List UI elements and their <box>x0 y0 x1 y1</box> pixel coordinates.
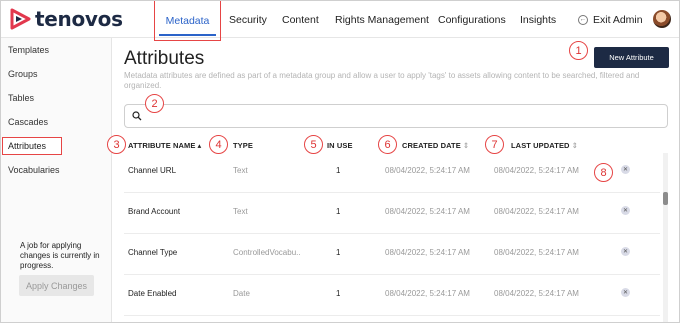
in-use-cell: 1 <box>336 207 341 216</box>
callout-marker: 8 <box>594 163 613 182</box>
sidebar-item-tables[interactable]: Tables <box>8 93 34 103</box>
exit-admin-link[interactable]: ← Exit Admin <box>578 1 643 38</box>
apply-changes-button[interactable]: Apply Changes <box>19 275 94 296</box>
metadata-sidebar: Templates Groups Tables Cascades Attribu… <box>1 38 112 322</box>
attributes-table: Channel URL Text 1 08/04/2022, 5:24:17 A… <box>124 153 669 322</box>
callout-marker: 3 <box>107 135 126 154</box>
sidebar-item-templates[interactable]: Templates <box>8 45 49 55</box>
sort-ascending-icon: ▴ <box>197 141 202 150</box>
sidebar-item-attributes[interactable]: Attributes <box>2 137 62 155</box>
callout-marker: 6 <box>378 135 397 154</box>
column-header-attribute-name-label: ATTRIBUTE NAME <box>128 141 196 150</box>
tenovos-logo[interactable]: tenovos <box>9 7 123 31</box>
page-title: Attributes <box>124 48 205 69</box>
in-use-cell: 1 <box>336 166 341 175</box>
table-scrollbar-thumb[interactable] <box>663 192 668 205</box>
type-cell: Text <box>233 166 248 175</box>
column-header-last-updated[interactable]: LAST UPDATED ⇕ <box>511 141 578 150</box>
sidebar-item-groups[interactable]: Groups <box>8 69 38 79</box>
sidebar-item-cascades[interactable]: Cascades <box>8 117 48 127</box>
search-input[interactable] <box>124 104 668 128</box>
nav-tab-insights[interactable]: Insights <box>520 1 556 38</box>
created-date-cell: 08/04/2022, 5:24:17 AM <box>385 289 470 298</box>
last-updated-cell: 08/04/2022, 5:24:17 AM <box>494 207 579 216</box>
top-navigation-bar: tenovos Metadata Security Content Rights… <box>1 1 679 41</box>
in-use-cell: 1 <box>336 248 341 257</box>
nav-tab-rights-management[interactable]: Rights Management <box>335 1 429 38</box>
column-header-attribute-name[interactable]: ATTRIBUTE NAME ▴ <box>128 141 201 150</box>
attribute-name-cell: Brand Account <box>128 207 181 216</box>
last-updated-cell: 08/04/2022, 5:24:17 AM <box>494 248 579 257</box>
close-circle-icon[interactable]: ✕ <box>621 288 630 297</box>
table-scrollbar-track[interactable] <box>663 153 668 322</box>
user-avatar[interactable] <box>653 10 671 28</box>
type-cell: Text <box>233 207 248 216</box>
search-icon <box>132 111 142 121</box>
created-date-cell: 08/04/2022, 5:24:17 AM <box>385 207 470 216</box>
column-header-in-use[interactable]: IN USE <box>327 141 353 150</box>
last-updated-cell: 08/04/2022, 5:24:17 AM <box>494 166 579 175</box>
table-row[interactable]: Brand Account Text 1 08/04/2022, 5:24:17… <box>124 194 660 234</box>
active-tab-indicator <box>159 34 216 36</box>
created-date-cell: 08/04/2022, 5:24:17 AM <box>385 166 470 175</box>
attribute-name-cell: Date Enabled <box>128 289 177 298</box>
in-use-cell: 1 <box>336 289 341 298</box>
callout-marker: 4 <box>209 135 228 154</box>
close-circle-icon[interactable]: ✕ <box>621 165 630 174</box>
close-circle-icon[interactable]: ✕ <box>621 206 630 215</box>
attribute-name-cell: Channel URL <box>128 166 177 175</box>
job-in-progress-note: A job for applying changes is currently … <box>20 241 100 270</box>
callout-marker: 1 <box>569 41 588 60</box>
new-attribute-button[interactable]: New Attribute <box>594 47 669 68</box>
sort-arrows-icon: ⇕ <box>462 141 470 150</box>
column-header-created-date[interactable]: CREATED DATE ⇕ <box>402 141 469 150</box>
brand-name: tenovos <box>35 7 123 31</box>
app-window: tenovos Metadata Security Content Rights… <box>0 0 680 323</box>
page-description: Metadata attributes are defined as part … <box>124 71 640 90</box>
table-row[interactable]: Channel URL Text 1 08/04/2022, 5:24:17 A… <box>124 153 660 193</box>
type-cell: Date <box>233 289 250 298</box>
created-date-cell: 08/04/2022, 5:24:17 AM <box>385 248 470 257</box>
callout-marker: 2 <box>145 94 164 113</box>
callout-marker: 5 <box>304 135 323 154</box>
column-header-type[interactable]: TYPE <box>233 141 253 150</box>
nav-tab-content[interactable]: Content <box>282 1 319 38</box>
sidebar-item-attributes-label: Attributes <box>8 141 47 151</box>
exit-arrow-icon: ← <box>578 14 588 25</box>
sidebar-item-vocabularies[interactable]: Vocabularies <box>8 165 60 175</box>
play-logo-icon <box>10 8 31 30</box>
callout-marker: 7 <box>485 135 504 154</box>
column-header-created-date-label: CREATED DATE <box>402 141 461 150</box>
last-updated-cell: 08/04/2022, 5:24:17 AM <box>494 289 579 298</box>
attribute-name-cell: Channel Type <box>128 248 178 257</box>
column-header-last-updated-label: LAST UPDATED <box>511 141 570 150</box>
nav-tab-security[interactable]: Security <box>229 1 267 38</box>
table-row[interactable]: Date Enabled Date 1 08/04/2022, 5:24:17 … <box>124 276 660 316</box>
sort-arrows-icon: ⇕ <box>571 141 578 150</box>
nav-tab-configurations[interactable]: Configurations <box>438 1 506 38</box>
nav-tab-metadata-label: Metadata <box>165 14 210 27</box>
exit-admin-label: Exit Admin <box>593 13 643 26</box>
table-row[interactable]: Channel Type ControlledVocabu... 1 08/04… <box>124 235 660 275</box>
type-cell: ControlledVocabu... <box>233 248 301 257</box>
close-circle-icon[interactable]: ✕ <box>621 247 630 256</box>
